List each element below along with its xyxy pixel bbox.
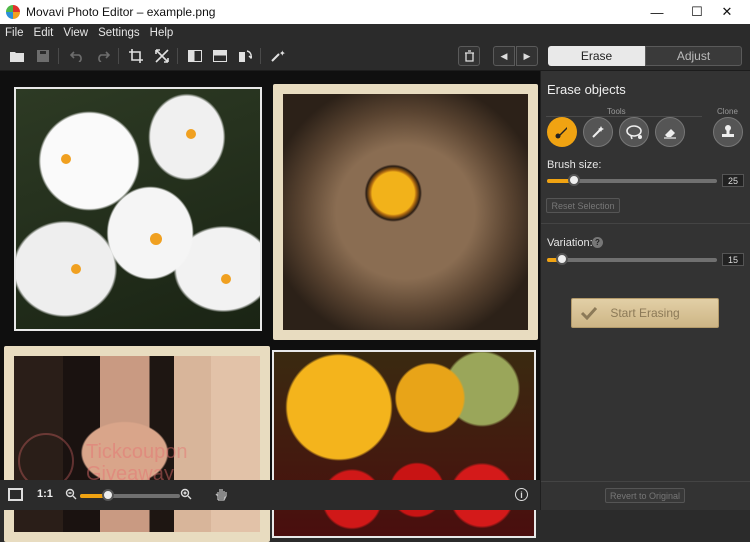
svg-text:✦: ✦ — [279, 49, 286, 58]
panel-heading: Erase objects — [547, 82, 626, 97]
erase-panel: Erase objects Tools Clone Brush size: 25… — [540, 71, 750, 510]
variation-help-icon[interactable]: ? — [592, 237, 603, 248]
photo-owl — [273, 84, 538, 340]
photo-crocus-flowers — [14, 87, 262, 331]
fit-icon[interactable] — [151, 46, 173, 66]
menu-help[interactable]: Help — [145, 27, 179, 39]
checkmark-icon — [580, 306, 598, 320]
variation-slider-handle[interactable] — [556, 253, 569, 265]
revert-to-original-button[interactable]: Revert to Original — [605, 488, 685, 503]
zoom-in-icon[interactable] — [180, 488, 192, 500]
tools-label: Tools — [607, 107, 626, 116]
lasso-tool-icon[interactable] — [619, 117, 649, 147]
crop-icon[interactable] — [125, 46, 147, 66]
brush-tool-icon[interactable] — [547, 117, 577, 147]
window-title: Movavi Photo Editor – example.png — [26, 5, 216, 19]
brush-size-slider[interactable] — [547, 174, 717, 186]
magic-enhance-icon[interactable]: ✦ — [267, 46, 289, 66]
brush-size-value[interactable]: 25 — [722, 174, 744, 187]
clone-label: Clone — [717, 107, 738, 116]
eraser-tool-icon[interactable] — [655, 117, 685, 147]
watermark-text: Tickcoupon Giveaway — [86, 441, 188, 485]
panel-bottom-divider — [541, 481, 750, 482]
start-erasing-label: Start Erasing — [610, 306, 680, 320]
undo-icon[interactable] — [66, 46, 88, 66]
save-icon[interactable] — [32, 46, 54, 66]
menu-bar: File Edit View Settings Help — [0, 24, 750, 42]
redo-icon[interactable] — [92, 46, 114, 66]
close-button[interactable]: ✕ — [704, 0, 750, 24]
tools-divider — [546, 116, 702, 117]
variation-label: Variation: — [547, 237, 593, 249]
tab-erase[interactable]: Erase — [548, 46, 645, 66]
menu-view[interactable]: View — [58, 27, 93, 39]
toolbar-separator — [177, 48, 178, 64]
menu-file[interactable]: File — [0, 27, 29, 39]
previous-image-button[interactable]: ◀ — [493, 46, 515, 66]
clone-stamp-icon[interactable] — [713, 117, 743, 147]
tab-adjust[interactable]: Adjust — [645, 46, 742, 66]
app-logo-icon — [6, 5, 20, 19]
compare-side-icon[interactable] — [184, 46, 206, 66]
title-bar: Movavi Photo Editor – example.png — ☐ ✕ — [0, 0, 750, 24]
variation-slider[interactable] — [547, 253, 717, 265]
toolbar-separator — [260, 48, 261, 64]
delete-icon[interactable] — [458, 46, 480, 66]
toolbar-separator — [58, 48, 59, 64]
toolbar: ✦ ◀ ▶ Erase Adjust — [0, 42, 750, 71]
variation-value[interactable]: 15 — [722, 253, 744, 266]
magic-wand-tool-icon[interactable] — [583, 117, 613, 147]
rotate-icon[interactable] — [234, 46, 256, 66]
zoom-ratio[interactable]: 1:1 — [37, 488, 53, 500]
hand-tool-icon[interactable] — [214, 486, 228, 502]
next-image-button[interactable]: ▶ — [516, 46, 538, 66]
start-erasing-button[interactable]: Start Erasing — [571, 298, 719, 328]
brush-size-label: Brush size: — [547, 159, 602, 171]
menu-settings[interactable]: Settings — [93, 27, 145, 39]
reset-selection-button[interactable]: Reset Selection — [546, 198, 620, 213]
status-bar: 1:1 i — [0, 480, 540, 510]
toolbar-separator — [118, 48, 119, 64]
info-icon[interactable]: i — [515, 488, 528, 501]
menu-edit[interactable]: Edit — [29, 27, 59, 39]
zoom-out-icon[interactable] — [65, 488, 77, 500]
panel-divider — [541, 223, 750, 224]
brush-size-slider-handle[interactable] — [568, 174, 581, 186]
open-folder-icon[interactable] — [6, 46, 28, 66]
image-canvas[interactable]: Tickcoupon Giveaway — [0, 71, 540, 542]
fit-to-screen-icon[interactable] — [8, 488, 23, 501]
zoom-slider-handle[interactable] — [102, 489, 114, 501]
zoom-slider[interactable] — [80, 489, 180, 501]
compare-split-icon[interactable] — [209, 46, 231, 66]
